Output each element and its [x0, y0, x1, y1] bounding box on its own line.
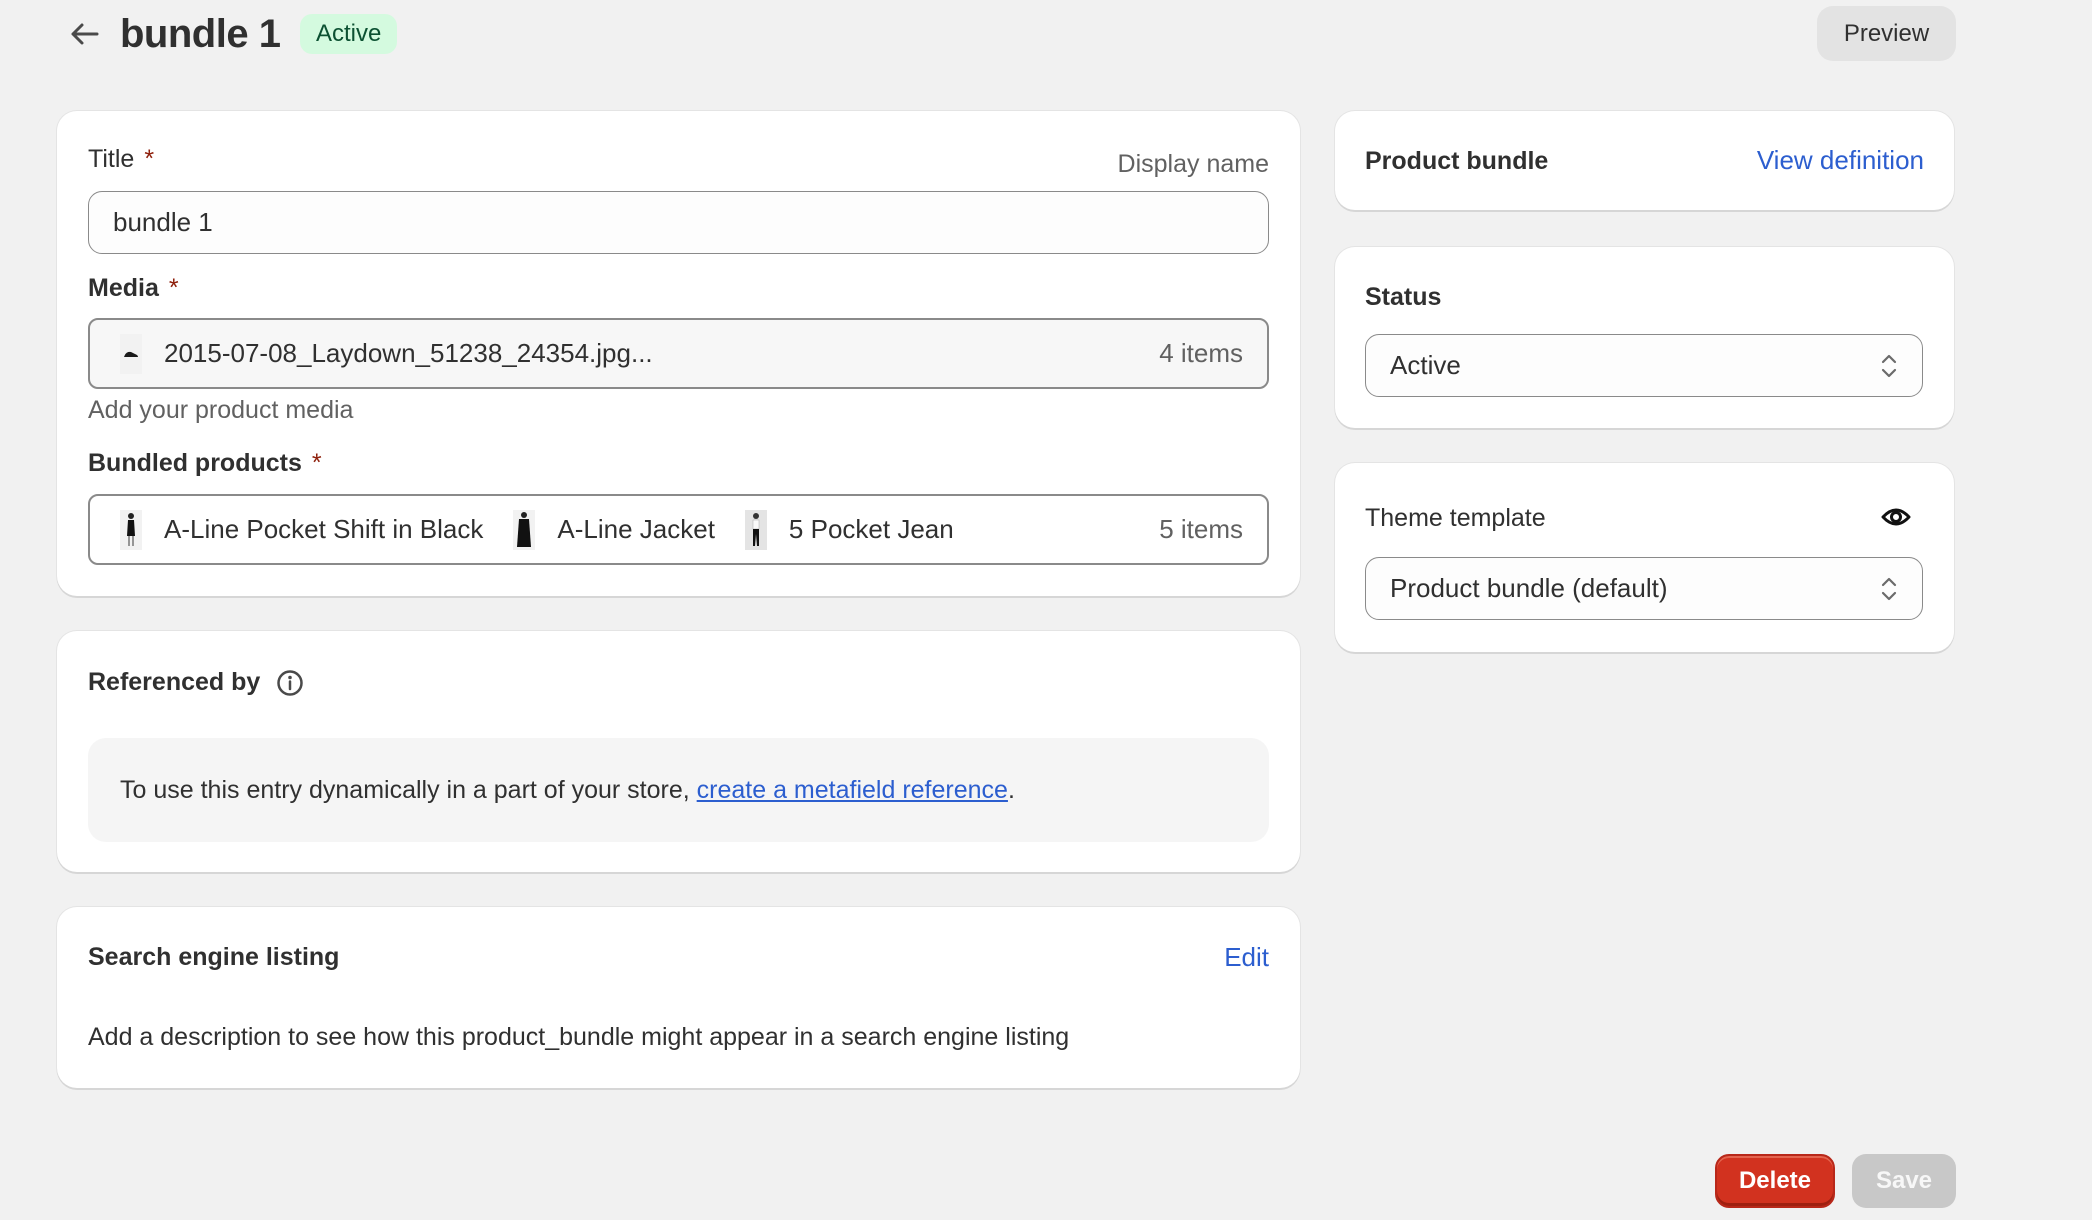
person-jacket-image-icon [517, 511, 532, 547]
referenced-by-card: Referenced by To use this entry dynamica… [57, 631, 1300, 872]
eye-icon[interactable] [1880, 501, 1912, 533]
create-metafield-reference-link[interactable]: create a metafield reference [697, 776, 1008, 805]
bundled-products-label: Bundled products [88, 449, 302, 477]
chevron-up-down-icon [1881, 577, 1897, 600]
entry-fields-card: Title * Display name bundle 1 Media * 2015… [57, 111, 1300, 596]
shoe-image-icon [124, 351, 138, 357]
title-input-value: bundle 1 [113, 207, 213, 237]
theme-template-card: Theme template Product bundle (default) [1335, 463, 1954, 652]
person-dress-image-icon [127, 512, 135, 546]
search-engine-heading: Search engine listing [88, 943, 340, 971]
chevron-up-down-icon [1881, 354, 1897, 377]
metafield-reference-notice: To use this entry dynamically in a part … [88, 738, 1269, 842]
bundled-products-count: 5 items [1159, 514, 1243, 544]
product-thumbnail [120, 509, 142, 550]
notice-text-prefix: To use this entry dynamically in a part … [120, 775, 697, 804]
bundled-product-name: A-Line Pocket Shift in Black [164, 514, 484, 544]
person-jeans-image-icon [752, 512, 760, 546]
status-heading: Status [1365, 283, 1442, 311]
preview-button[interactable]: Preview [1817, 6, 1956, 61]
bundled-product-name: A-Line Jacket [557, 514, 715, 544]
theme-template-select-value: Product bundle (default) [1390, 573, 1668, 603]
definition-card: Product bundle View definition [1335, 111, 1954, 210]
info-icon[interactable] [276, 669, 304, 697]
theme-template-select[interactable]: Product bundle (default) [1365, 557, 1923, 620]
bundled-products-picker[interactable]: A-Line Pocket Shift in Black A-Line Jack… [88, 494, 1269, 565]
status-select[interactable]: Active [1365, 334, 1923, 397]
view-definition-link[interactable]: View definition [1757, 145, 1924, 176]
status-select-value: Active [1390, 350, 1461, 380]
theme-template-heading: Theme template [1365, 504, 1546, 532]
product-thumbnail [744, 509, 767, 550]
notice-text-suffix: . [1007, 775, 1015, 804]
media-label: Media [88, 274, 159, 302]
status-card: Status Active [1335, 247, 1954, 428]
required-mark: * [311, 449, 322, 477]
title-input[interactable]: bundle 1 [88, 191, 1269, 254]
media-label-row: Media * [88, 274, 179, 303]
search-engine-listing-card: Search engine listing Edit Add a descrip… [57, 907, 1300, 1088]
media-count: 4 items [1159, 338, 1243, 368]
delete-button[interactable]: Delete [1715, 1154, 1835, 1208]
edit-seo-link[interactable]: Edit [1224, 942, 1269, 973]
required-mark: * [144, 145, 155, 173]
search-engine-description: Add a description to see how this produc… [88, 1023, 1070, 1051]
product-thumbnail [513, 509, 536, 550]
media-help-text: Add your product media [88, 396, 354, 424]
back-button[interactable] [66, 16, 102, 52]
media-thumbnail [120, 333, 142, 374]
arrow-left-icon [71, 23, 99, 45]
referenced-by-heading: Referenced by [88, 668, 261, 696]
required-mark: * [168, 274, 179, 302]
status-badge: Active [300, 14, 398, 54]
referenced-by-header: Referenced by [88, 668, 304, 697]
bundled-product-name: 5 Pocket Jean [788, 514, 954, 544]
media-file-name: 2015-07-08_Laydown_51238_24354.jpg... [164, 338, 653, 368]
save-button[interactable]: Save [1852, 1154, 1956, 1208]
definition-heading: Product bundle [1365, 147, 1549, 175]
media-picker[interactable]: 2015-07-08_Laydown_51238_24354.jpg... 4 … [88, 318, 1269, 389]
title-label-row: Title * [88, 145, 154, 174]
display-name-hint: Display name [1117, 150, 1269, 178]
bundled-products-label-row: Bundled products * [88, 449, 322, 478]
page-title: bundle 1 [120, 12, 281, 56]
title-label: Title [88, 145, 135, 173]
